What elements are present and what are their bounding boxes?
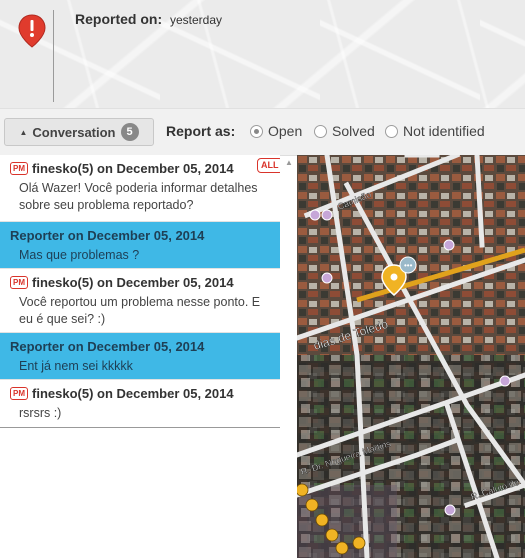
- message-header: PM finesko(5) on December 05, 2014: [10, 275, 270, 290]
- reported-on: Reported on: yesterday: [75, 11, 222, 27]
- conversation-toggle-button[interactable]: ▲ Conversation 5: [4, 118, 154, 146]
- svg-text:•••: •••: [404, 261, 413, 270]
- status-radio-open[interactable]: Open: [250, 123, 302, 139]
- message-header: PM finesko(5) on December 05, 2014: [10, 386, 270, 401]
- report-as-label: Report as:: [166, 123, 236, 139]
- conversation-count-badge: 5: [120, 123, 139, 141]
- status-radio-solved[interactable]: Solved: [314, 123, 375, 139]
- message-author: finesko(5) on December 05, 2014: [32, 386, 234, 401]
- message-item: Reporter on December 05, 2014 Mas que pr…: [0, 222, 280, 269]
- map-canvas[interactable]: ••• Camisão dias de Toledo R. Dr. Noguei…: [297, 155, 525, 558]
- message-item: PM finesko(5) on December 05, 2014 Olá W…: [0, 155, 280, 222]
- header-divider: [53, 10, 54, 102]
- send-to-all-icon[interactable]: ALL: [257, 158, 280, 173]
- reported-label: Reported on:: [75, 11, 163, 27]
- scroll-up-arrow-icon[interactable]: ▲: [285, 158, 293, 167]
- message-item: Reporter on December 05, 2014 Ent já nem…: [0, 333, 280, 380]
- message-author: finesko(5) on December 05, 2014: [32, 161, 234, 176]
- status-radio-not-identified[interactable]: Not identified: [385, 123, 485, 139]
- radio-open-icon[interactable]: [250, 124, 263, 138]
- message-text: Olá Wazer! Você poderia informar detalhe…: [19, 181, 258, 212]
- reported-value: yesterday: [170, 13, 223, 27]
- radio-not-identified-label: Not identified: [403, 123, 485, 139]
- message-text: Mas que problemas ?: [19, 248, 140, 262]
- message-text: Ent já nem sei kkkkk: [19, 359, 133, 373]
- report-header: Reported on: yesterday: [0, 0, 525, 108]
- collapse-triangle-icon: ▲: [19, 127, 28, 137]
- message-item: PM finesko(5) on December 05, 2014 Você …: [0, 269, 280, 333]
- message-author: finesko(5) on December 05, 2014: [32, 275, 234, 290]
- private-message-icon: PM: [10, 162, 28, 175]
- message-author: Reporter on December 05, 2014: [10, 339, 205, 354]
- message-header: PM finesko(5) on December 05, 2014: [10, 161, 270, 176]
- radio-not-identified-icon[interactable]: [385, 124, 398, 138]
- private-message-icon: PM: [10, 276, 28, 289]
- message-author: Reporter on December 05, 2014: [10, 228, 205, 243]
- radio-solved-label: Solved: [332, 123, 375, 139]
- message-text: rsrsrs :): [19, 406, 62, 420]
- radio-solved-icon[interactable]: [314, 124, 327, 138]
- message-text: Você reportou um problema nesse ponto. E…: [19, 295, 261, 326]
- satellite-map[interactable]: ••• Camisão dias de Toledo R. Dr. Noguei…: [297, 155, 525, 558]
- conversation-label: Conversation: [32, 124, 116, 140]
- report-toolbar: ▲ Conversation 5 Report as: Open Solved …: [0, 108, 525, 156]
- conversation-panel[interactable]: PM finesko(5) on December 05, 2014 Olá W…: [0, 155, 280, 558]
- radio-open-label: Open: [268, 123, 303, 139]
- message-header: Reporter on December 05, 2014: [10, 339, 270, 354]
- message-item: PM finesko(5) on December 05, 2014 rsrsr…: [0, 380, 280, 428]
- private-message-icon: PM: [10, 387, 28, 400]
- alert-pin-icon: [18, 14, 46, 48]
- message-header: Reporter on December 05, 2014: [10, 228, 270, 243]
